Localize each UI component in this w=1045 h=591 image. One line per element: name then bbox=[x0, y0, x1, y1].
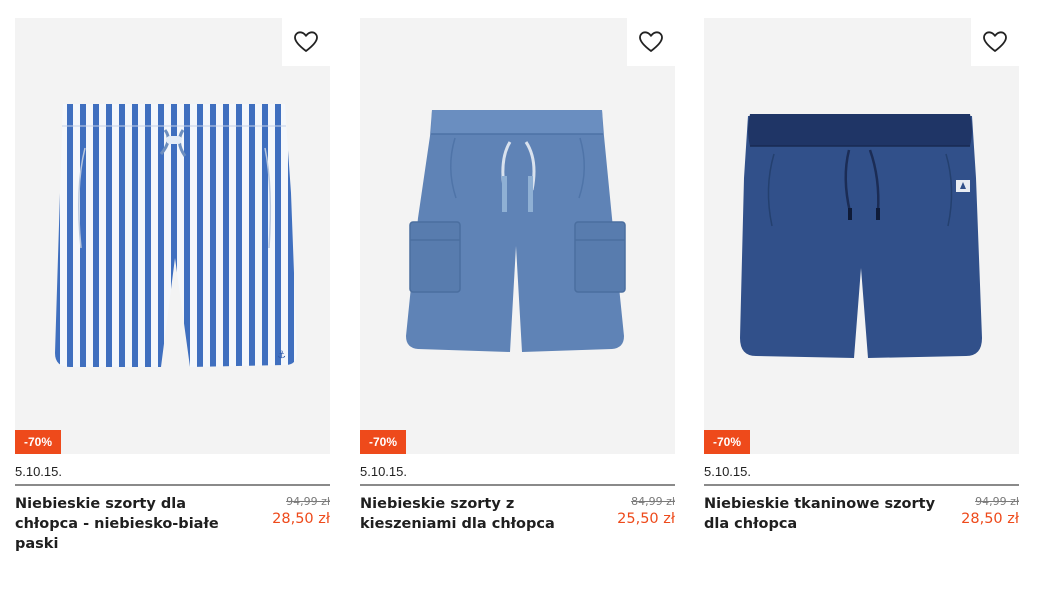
add-to-wishlist-button[interactable] bbox=[282, 18, 330, 66]
product-card[interactable]: -70% 5.10.15. Niebieskie tkaninowe szort… bbox=[704, 18, 1019, 548]
product-name[interactable]: Niebieskie szorty dla chłopca - niebiesk… bbox=[15, 494, 250, 554]
denim-shorts-image bbox=[740, 114, 982, 358]
striped-shorts-image: ⚓ bbox=[55, 104, 297, 367]
product-brand: 5.10.15. bbox=[360, 464, 407, 479]
divider bbox=[704, 484, 1019, 486]
old-price: 94,99 zł bbox=[975, 495, 1019, 508]
heart-icon bbox=[639, 31, 663, 52]
product-card[interactable]: -70% 5.10.15. Niebieskie szorty z kiesze… bbox=[360, 18, 675, 548]
svg-text:⚓: ⚓ bbox=[277, 350, 286, 361]
discount-badge: -70% bbox=[360, 430, 407, 454]
add-to-wishlist-button[interactable] bbox=[627, 18, 675, 66]
product-brand: 5.10.15. bbox=[704, 464, 751, 479]
sale-price: 28,50 zł bbox=[272, 511, 330, 527]
divider bbox=[360, 484, 675, 486]
product-image[interactable]: -70% bbox=[360, 18, 675, 454]
old-price: 84,99 zł bbox=[631, 495, 675, 508]
heart-icon bbox=[294, 31, 318, 52]
product-brand: 5.10.15. bbox=[15, 464, 62, 479]
cargo-shorts-image bbox=[406, 110, 626, 352]
add-to-wishlist-button[interactable] bbox=[971, 18, 1019, 66]
product-grid: ⚓ -70% 5.10.15. Niebieskie szorty dla ch… bbox=[15, 18, 1020, 552]
product-card[interactable]: ⚓ -70% 5.10.15. Niebieskie szorty dla ch… bbox=[15, 18, 330, 552]
product-name[interactable]: Niebieskie tkaninowe szorty dla chłopca bbox=[704, 494, 939, 534]
sale-price: 25,50 zł bbox=[617, 511, 675, 527]
heart-icon bbox=[983, 31, 1007, 52]
product-image[interactable]: ⚓ -70% bbox=[15, 18, 330, 454]
discount-badge: -70% bbox=[15, 430, 62, 454]
product-name[interactable]: Niebieskie szorty z kieszeniami dla chło… bbox=[360, 494, 595, 534]
discount-badge: -70% bbox=[704, 430, 751, 454]
sale-price: 28,50 zł bbox=[961, 511, 1019, 527]
product-image[interactable]: -70% bbox=[704, 18, 1019, 454]
divider bbox=[15, 484, 330, 486]
old-price: 94,99 zł bbox=[286, 495, 330, 508]
